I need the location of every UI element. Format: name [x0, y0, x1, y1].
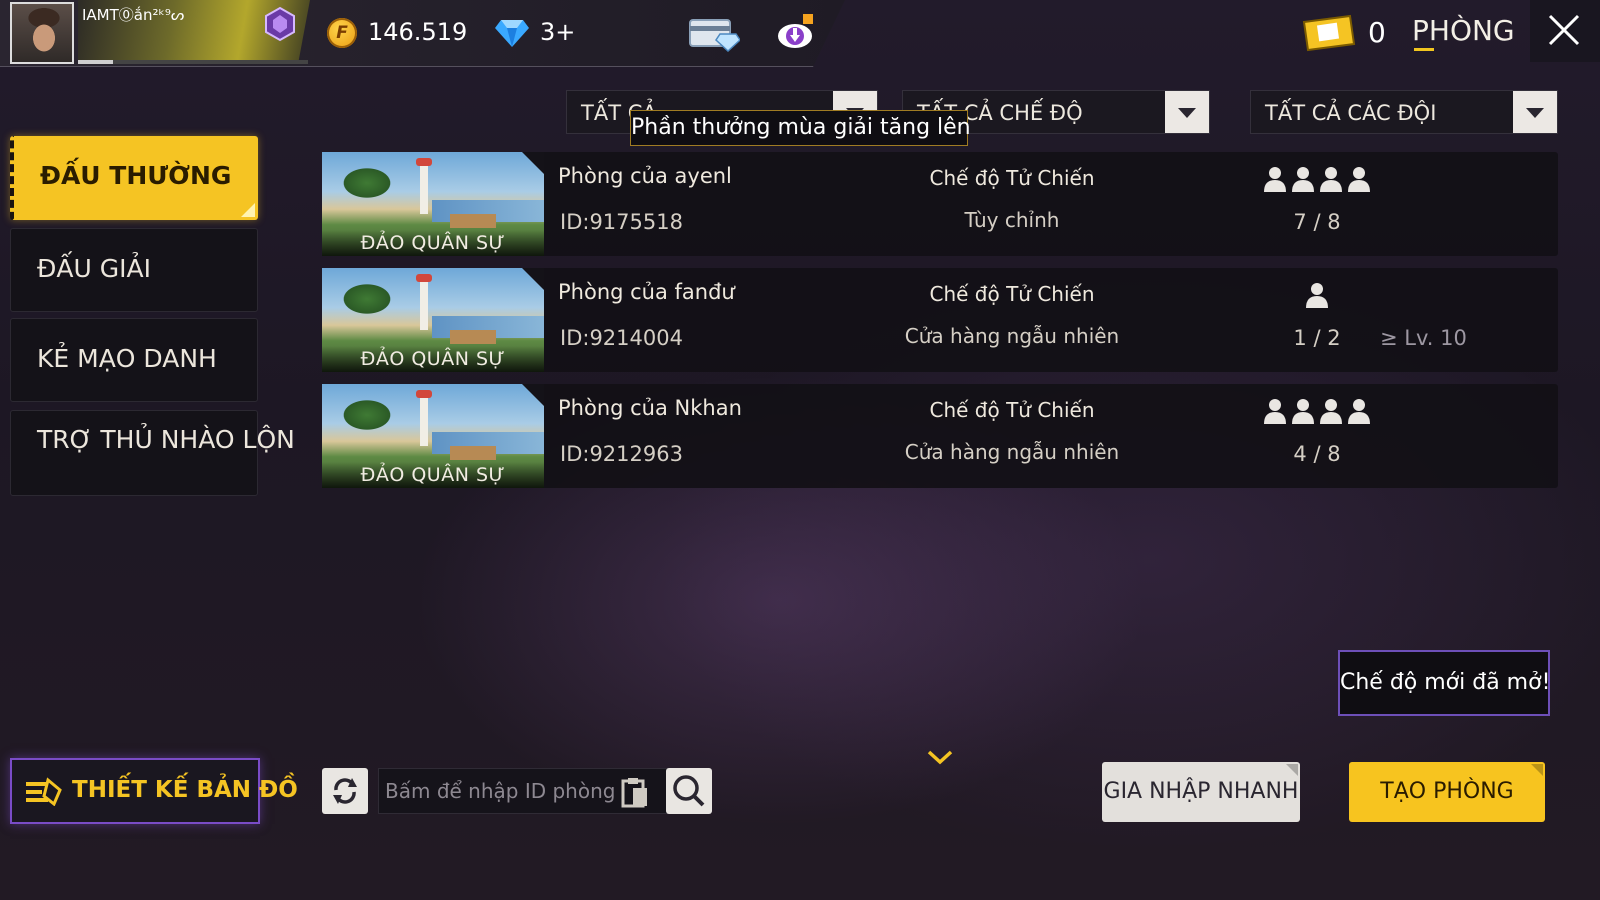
room-name: Phòng của Nkhan	[558, 396, 742, 420]
tab-tournament[interactable]: ĐẤU GIẢI	[10, 228, 258, 312]
diamond-icon[interactable]	[495, 18, 529, 48]
map-art-lighthouse	[416, 390, 432, 446]
refresh-button[interactable]	[322, 768, 368, 814]
map-art-palm	[340, 166, 394, 200]
level-requirement: ≥ Lv. 10	[1380, 326, 1467, 350]
tab-impostor[interactable]: KẺ MẠO DANH	[10, 318, 258, 402]
title-underline	[1414, 48, 1434, 51]
player-slot-icon	[1348, 167, 1370, 192]
room-mode: Chế độ Tử Chiến	[929, 282, 1095, 306]
player-slot-icon	[1320, 167, 1342, 192]
player-slot-icon	[1264, 399, 1286, 424]
player-name: IAMT⓪ắn²ᵏ⁹ᔕ	[82, 6, 185, 24]
room-mode: Chế độ Tử Chiến	[929, 398, 1095, 422]
map-art-lighthouse	[416, 274, 432, 330]
tab-parkour-helper[interactable]: TRỢ THỦ NHÀO LỘN	[10, 410, 295, 496]
chevron-down-icon[interactable]	[1513, 91, 1557, 133]
player-count: 1 / 2	[1293, 326, 1341, 350]
map-art-hut	[450, 214, 496, 228]
paste-button[interactable]	[620, 776, 650, 808]
room-card-ticket-icon	[1302, 14, 1356, 52]
room-mode: Chế độ Tử Chiến	[929, 166, 1095, 190]
rank-emblem-icon[interactable]	[262, 6, 298, 42]
room-setting: Tùy chỉnh	[964, 208, 1060, 232]
close-button[interactable]	[1530, 0, 1600, 62]
player-slot-icon	[1306, 283, 1328, 308]
new-mode-notice[interactable]: Chế độ mới đã mở!	[1338, 650, 1550, 716]
room-setting: Cửa hàng ngẫu nhiên	[904, 324, 1120, 348]
quick-join-button[interactable]: GIA NHẬP NHANH	[1102, 762, 1300, 822]
chevron-down-icon[interactable]	[1165, 91, 1209, 133]
player-avatar[interactable]	[10, 2, 74, 64]
map-design-label: THIẾT KẾ BẢN ĐỒ	[72, 777, 298, 803]
map-art-lighthouse	[416, 158, 432, 214]
xp-progress-bar	[78, 60, 308, 64]
room-id: ID:9214004	[560, 326, 683, 350]
season-reward-tooltip: Phần thưởng mùa giải tăng lên	[630, 110, 971, 146]
chevron-down-icon[interactable]	[926, 748, 954, 766]
map-art-hut	[450, 330, 496, 344]
map-thumbnail: ĐẢO QUÂN SỰ	[322, 152, 544, 256]
room-row[interactable]: ĐẢO QUÂN SỰ Phòng của fanđư ID:9214004 Chế …	[322, 268, 1558, 372]
player-slots	[1242, 166, 1392, 196]
player-slot-icon	[1292, 167, 1314, 192]
close-icon	[1548, 14, 1580, 46]
room-id: ID:9175518	[560, 210, 683, 234]
team-filter-dropdown[interactable]: TẤT CẢ CÁC ĐỘI	[1250, 90, 1558, 134]
room-name: Phòng của ayenl	[558, 164, 732, 188]
diamond-card-topup-icon[interactable]	[688, 14, 740, 52]
room-card-count: 0	[1368, 16, 1386, 49]
room-id: ID:9212963	[560, 442, 683, 466]
map-corner-flag	[522, 384, 544, 406]
player-count: 7 / 8	[1293, 210, 1341, 234]
gold-coin-amount: 146.519	[368, 18, 468, 46]
map-art-hut	[450, 446, 496, 460]
search-button[interactable]	[666, 768, 712, 814]
map-name: ĐẢO QUÂN SỰ	[322, 462, 544, 488]
room-row[interactable]: ĐẢO QUÂN SỰ Phòng của Nkhan ID:9212963 Chế …	[322, 384, 1558, 488]
player-slot-icon	[1348, 399, 1370, 424]
tab-label: TRỢ THỦ NHÀO LỘN	[37, 425, 295, 454]
team-filter-label: TẤT CẢ CÁC ĐỘI	[1265, 101, 1437, 125]
map-art-palm	[340, 282, 394, 316]
map-thumbnail: ĐẢO QUÂN SỰ	[322, 268, 544, 372]
map-thumbnail: ĐẢO QUÂN SỰ	[322, 384, 544, 488]
map-name: ĐẢO QUÂN SỰ	[322, 230, 544, 256]
map-corner-flag	[522, 152, 544, 174]
gold-coin-icon: F	[327, 18, 357, 48]
tab-label: ĐẤU THƯỜNG	[40, 161, 232, 190]
search-icon	[673, 775, 705, 807]
coin-symbol: F	[336, 23, 348, 43]
map-design-button[interactable]: THIẾT KẾ BẢN ĐỒ	[10, 758, 298, 824]
player-slot-icon	[1292, 399, 1314, 424]
map-name: ĐẢO QUÂN SỰ	[322, 346, 544, 372]
player-slot-icon	[1320, 399, 1342, 424]
map-art-palm	[340, 398, 394, 432]
refresh-icon	[333, 778, 357, 804]
player-slots	[1242, 282, 1392, 312]
tab-normal-match[interactable]: ĐẤU THƯỜNG	[10, 136, 258, 220]
cloud-download-icon[interactable]	[775, 12, 815, 52]
tab-corner	[241, 203, 255, 217]
diamond-amount[interactable]: 3+	[540, 18, 575, 46]
tab-label: ĐẤU GIẢI	[37, 254, 151, 283]
tab-label: KẺ MẠO DANH	[37, 344, 217, 373]
clipboard-icon	[621, 778, 647, 808]
page-title: PHÒNG	[1412, 14, 1515, 47]
room-name: Phòng của fanđư	[558, 280, 735, 304]
xp-progress-fill	[78, 60, 113, 64]
create-room-button[interactable]: TẠO PHÒNG	[1349, 762, 1545, 822]
player-slot-icon	[1264, 167, 1286, 192]
room-setting: Cửa hàng ngẫu nhiên	[904, 440, 1120, 464]
map-design-icon	[26, 777, 62, 806]
room-row[interactable]: ĐẢO QUÂN SỰ Phòng của ayenl ID:9175518 Chế …	[322, 152, 1558, 256]
player-slots	[1242, 398, 1392, 428]
player-count: 4 / 8	[1293, 442, 1341, 466]
map-corner-flag	[522, 268, 544, 290]
